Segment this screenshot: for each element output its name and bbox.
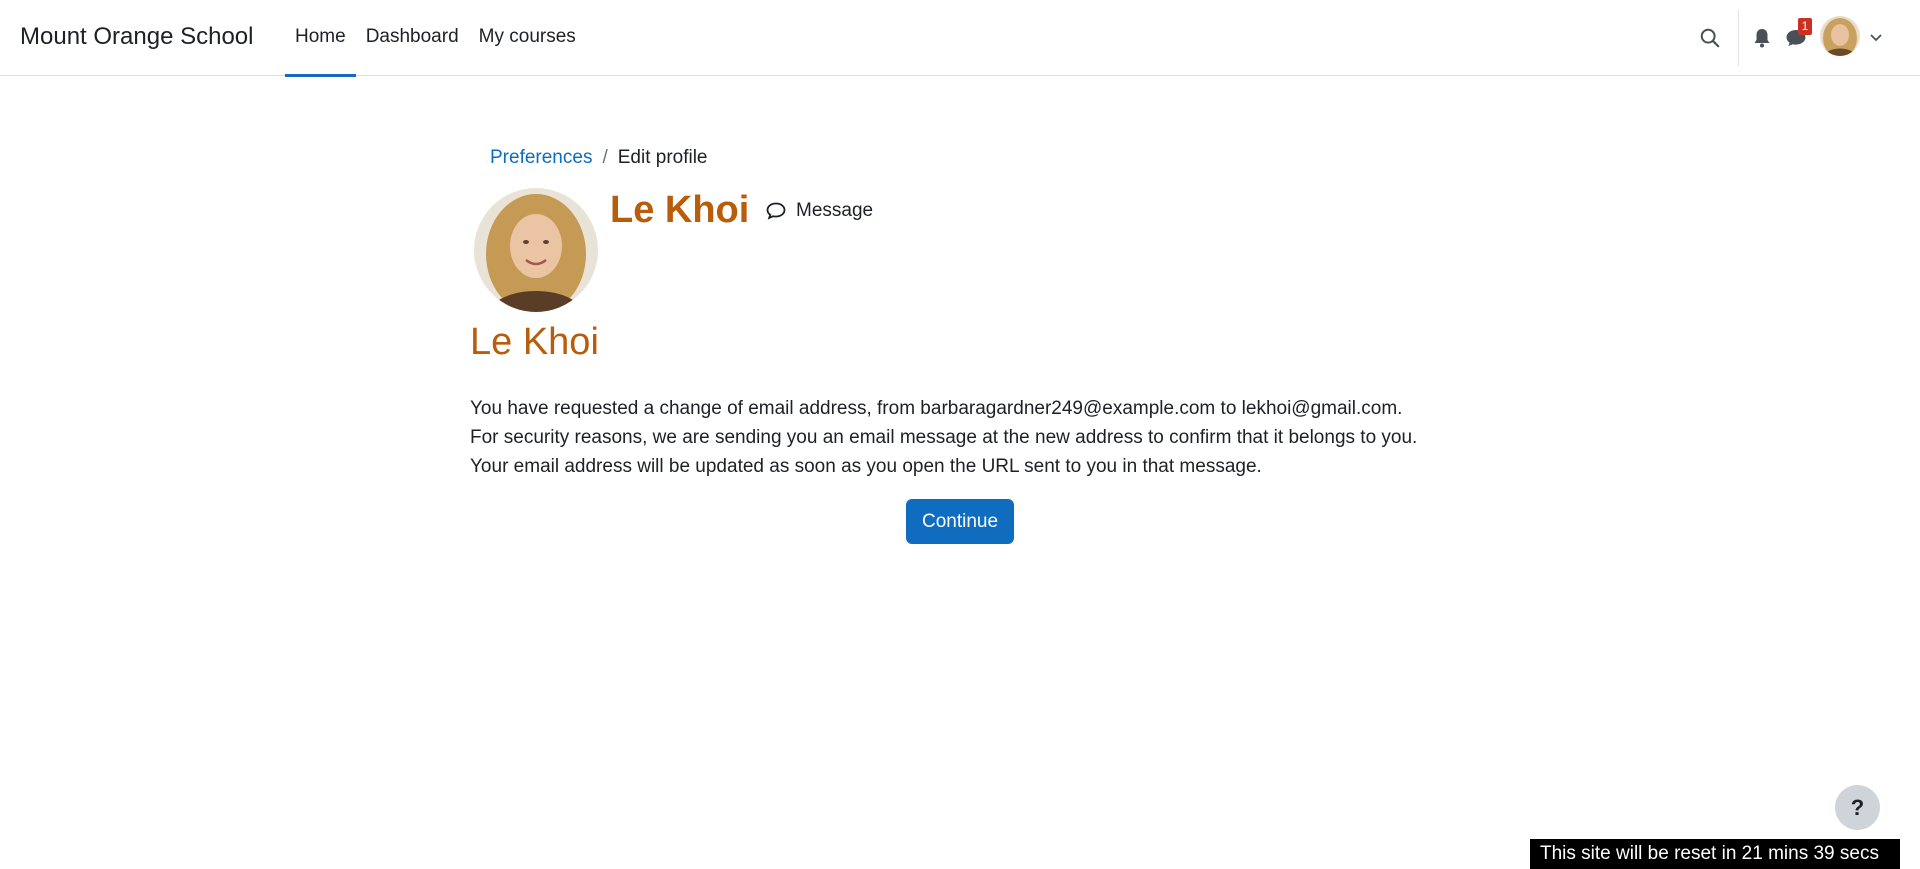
user-menu-avatar[interactable] <box>1820 16 1860 56</box>
notifications-button[interactable] <box>1746 22 1778 54</box>
message-count-badge: 1 <box>1798 18 1812 35</box>
message-button-label: Message <box>796 200 874 221</box>
user-menu-toggle[interactable] <box>1866 22 1886 54</box>
chevron-down-icon <box>1870 34 1882 42</box>
help-button[interactable]: ? <box>1835 785 1880 830</box>
site-brand[interactable]: Mount Orange School <box>20 22 253 52</box>
primary-navigation: Home Dashboard My courses <box>285 0 586 77</box>
breadcrumb-preferences[interactable]: Preferences <box>490 146 592 170</box>
nav-home[interactable]: Home <box>285 0 356 77</box>
site-reset-banner: This site will be reset in 21 mins 39 se… <box>1530 839 1900 869</box>
nav-dashboard[interactable]: Dashboard <box>356 0 469 76</box>
profile-header-name: Le Khoi <box>610 189 750 231</box>
top-navbar: Mount Orange School Home Dashboard My co… <box>0 0 1920 77</box>
avatar <box>474 188 598 312</box>
breadcrumb-current: Edit profile <box>617 147 708 168</box>
search-button[interactable] <box>1694 22 1726 54</box>
bell-icon <box>1754 29 1770 48</box>
speech-bubble-icon <box>766 202 786 220</box>
continue-button[interactable]: Continue <box>906 499 1014 544</box>
email-change-notice: You have requested a change of email add… <box>470 394 1417 481</box>
page-title: Le Khoi <box>470 321 599 363</box>
breadcrumb-separator: / <box>602 147 608 168</box>
message-user-button[interactable]: Message <box>766 196 873 226</box>
notice-line: Your email address will be updated as so… <box>470 456 1262 477</box>
avatar <box>1820 16 1860 56</box>
breadcrumb: Preferences / Edit profile <box>490 146 708 170</box>
notice-line: For security reasons, we are sending you… <box>470 427 1418 448</box>
notice-line: You have requested a change of email add… <box>470 398 1403 419</box>
messages-button[interactable]: 1 <box>1780 18 1812 54</box>
navbar-user-area: 1 <box>1680 0 1920 76</box>
profile-picture <box>474 188 598 312</box>
navbar-divider <box>1738 10 1739 66</box>
nav-my-courses[interactable]: My courses <box>469 0 586 76</box>
search-icon <box>1700 28 1720 48</box>
